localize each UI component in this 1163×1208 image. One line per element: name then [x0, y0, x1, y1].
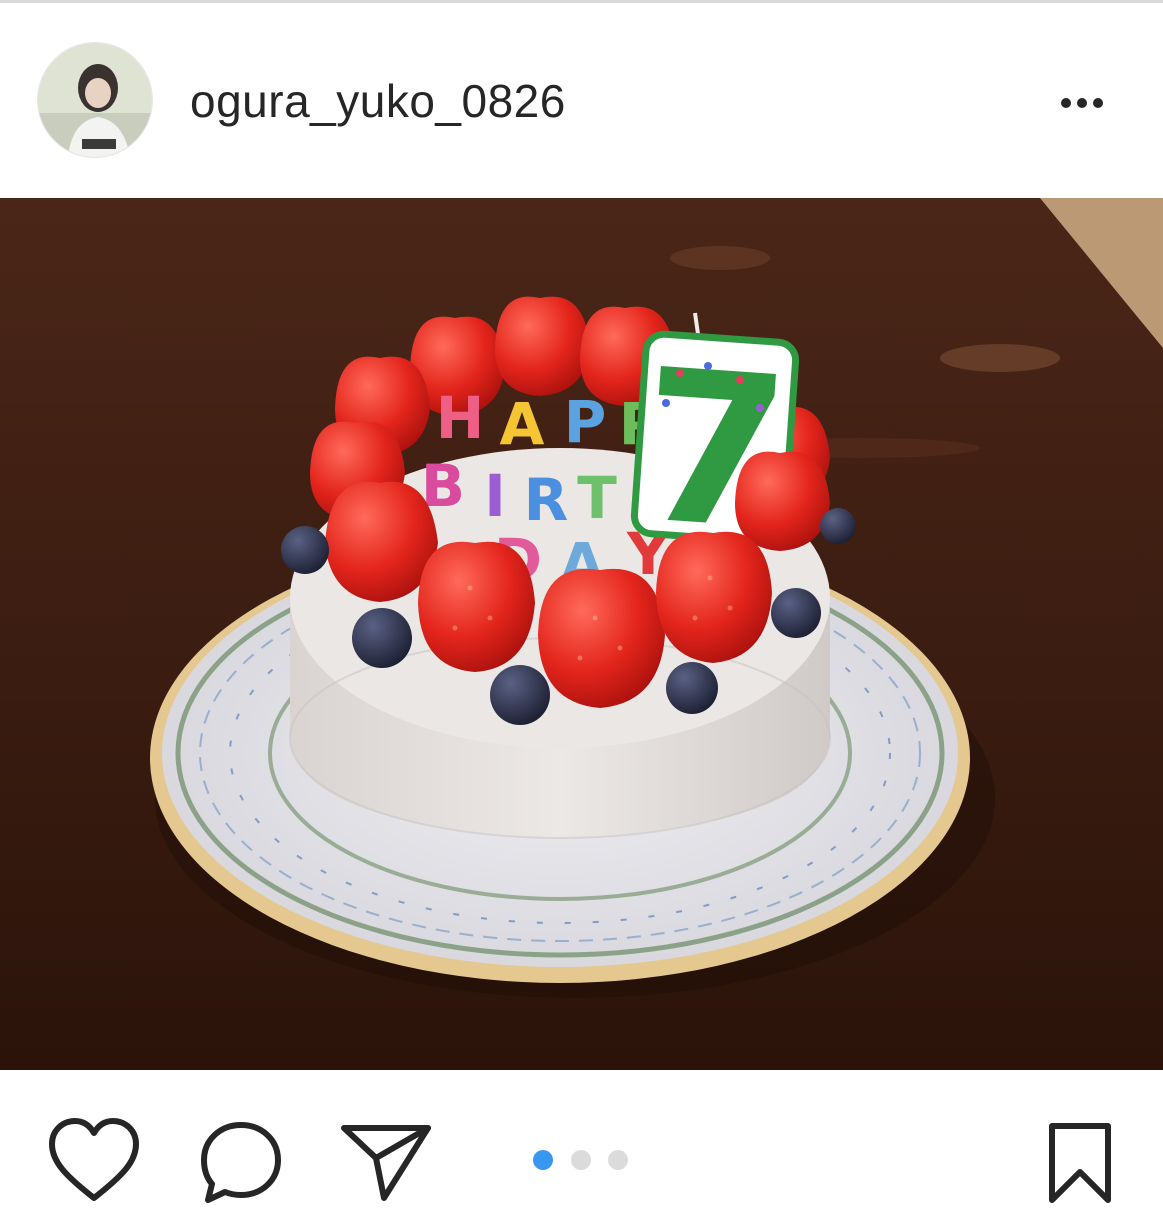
carousel-dot[interactable] [571, 1150, 591, 1170]
candle-letter: P [564, 388, 607, 456]
heart-icon [49, 1118, 139, 1201]
candle-letter: H [436, 384, 485, 452]
candle-letter: A [500, 390, 545, 458]
avatar[interactable] [38, 43, 152, 157]
like-button[interactable] [46, 1116, 142, 1206]
save-button[interactable] [1044, 1120, 1116, 1206]
comment-button[interactable] [196, 1118, 286, 1208]
avatar-image [38, 43, 152, 157]
carousel-dot[interactable] [608, 1150, 628, 1170]
candle-letter: T [577, 464, 617, 532]
cake-photo: H A P P B I R T H D A Y 7 [0, 198, 1163, 1070]
post-actions-bar [0, 1070, 1163, 1203]
carousel-indicator [533, 1150, 633, 1170]
carousel-dot-active[interactable] [533, 1150, 553, 1170]
post-header: ogura_yuko_0826 [0, 3, 1163, 198]
bookmark-icon [1049, 1123, 1111, 1203]
candle-letter: R [524, 466, 569, 534]
comment-bubble-icon [201, 1122, 281, 1203]
share-button[interactable] [338, 1120, 434, 1204]
paper-plane-icon [341, 1125, 431, 1201]
more-options-icon [1061, 98, 1103, 108]
more-options-button[interactable] [1050, 83, 1114, 123]
post-photo[interactable]: H A P P B I R T H D A Y 7 [0, 198, 1163, 1070]
username[interactable]: ogura_yuko_0826 [190, 75, 566, 127]
candle-letter: I [484, 462, 506, 530]
